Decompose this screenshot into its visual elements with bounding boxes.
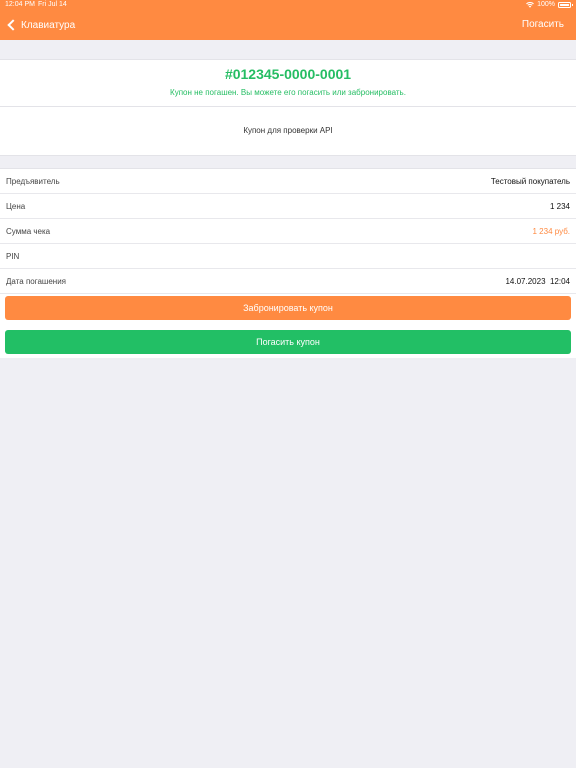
coupon-code: #012345-0000-0001 — [224, 66, 352, 82]
detail-value: 1 234 руб. — [532, 227, 571, 236]
coupon-header-card: #012345-0000-0001 Купон не погашен. Вы м… — [0, 59, 576, 107]
back-button[interactable]: Клавиатура — [6, 17, 75, 33]
detail-row-redeem-date: Дата погашения 14.07.2023 12:04 — [0, 269, 576, 294]
detail-row-bearer: Предъявитель Тестовый покупатель — [0, 169, 576, 194]
detail-label: Предъявитель — [6, 177, 60, 186]
detail-value: Тестовый покупатель — [490, 177, 570, 186]
detail-label: Дата погашения — [6, 277, 66, 286]
battery-percent: 100% — [537, 1, 555, 8]
back-button-label: Клавиатура — [21, 19, 76, 31]
status-time: 12:04 PM — [5, 1, 35, 8]
divider — [0, 293, 576, 294]
navigation-bar: 12:04 PM Fri Jul 14 100% Клавиатура Пога… — [0, 0, 576, 40]
status-bar: 12:04 PM Fri Jul 14 100% — [0, 0, 576, 11]
status-date: Fri Jul 14 — [38, 1, 67, 8]
detail-label: Цена — [6, 202, 26, 211]
coupon-description: Купон для проверки API — [0, 107, 576, 156]
status-indicators: 100% — [526, 1, 573, 8]
reserve-coupon-button[interactable]: Забронировать купон — [5, 296, 571, 320]
detail-value: 1 234 — [549, 202, 570, 211]
detail-label: Сумма чека — [6, 227, 51, 236]
detail-row-price: Цена 1 234 — [0, 194, 576, 219]
battery-icon — [558, 1, 573, 8]
chevron-left-icon — [7, 19, 19, 31]
coupon-status: Купон не погашен. Вы можете его погасить… — [170, 88, 406, 97]
detail-value: 14.07.2023 12:04 — [505, 277, 570, 286]
detail-row-pin: PIN — [0, 244, 576, 269]
detail-label: PIN — [6, 252, 20, 261]
redeem-coupon-button[interactable]: Погасить купон — [5, 330, 571, 354]
wifi-icon — [526, 1, 534, 8]
detail-row-check-sum: Сумма чека 1 234 руб. — [0, 219, 576, 244]
redeem-nav-button[interactable]: Погасить — [522, 17, 564, 33]
